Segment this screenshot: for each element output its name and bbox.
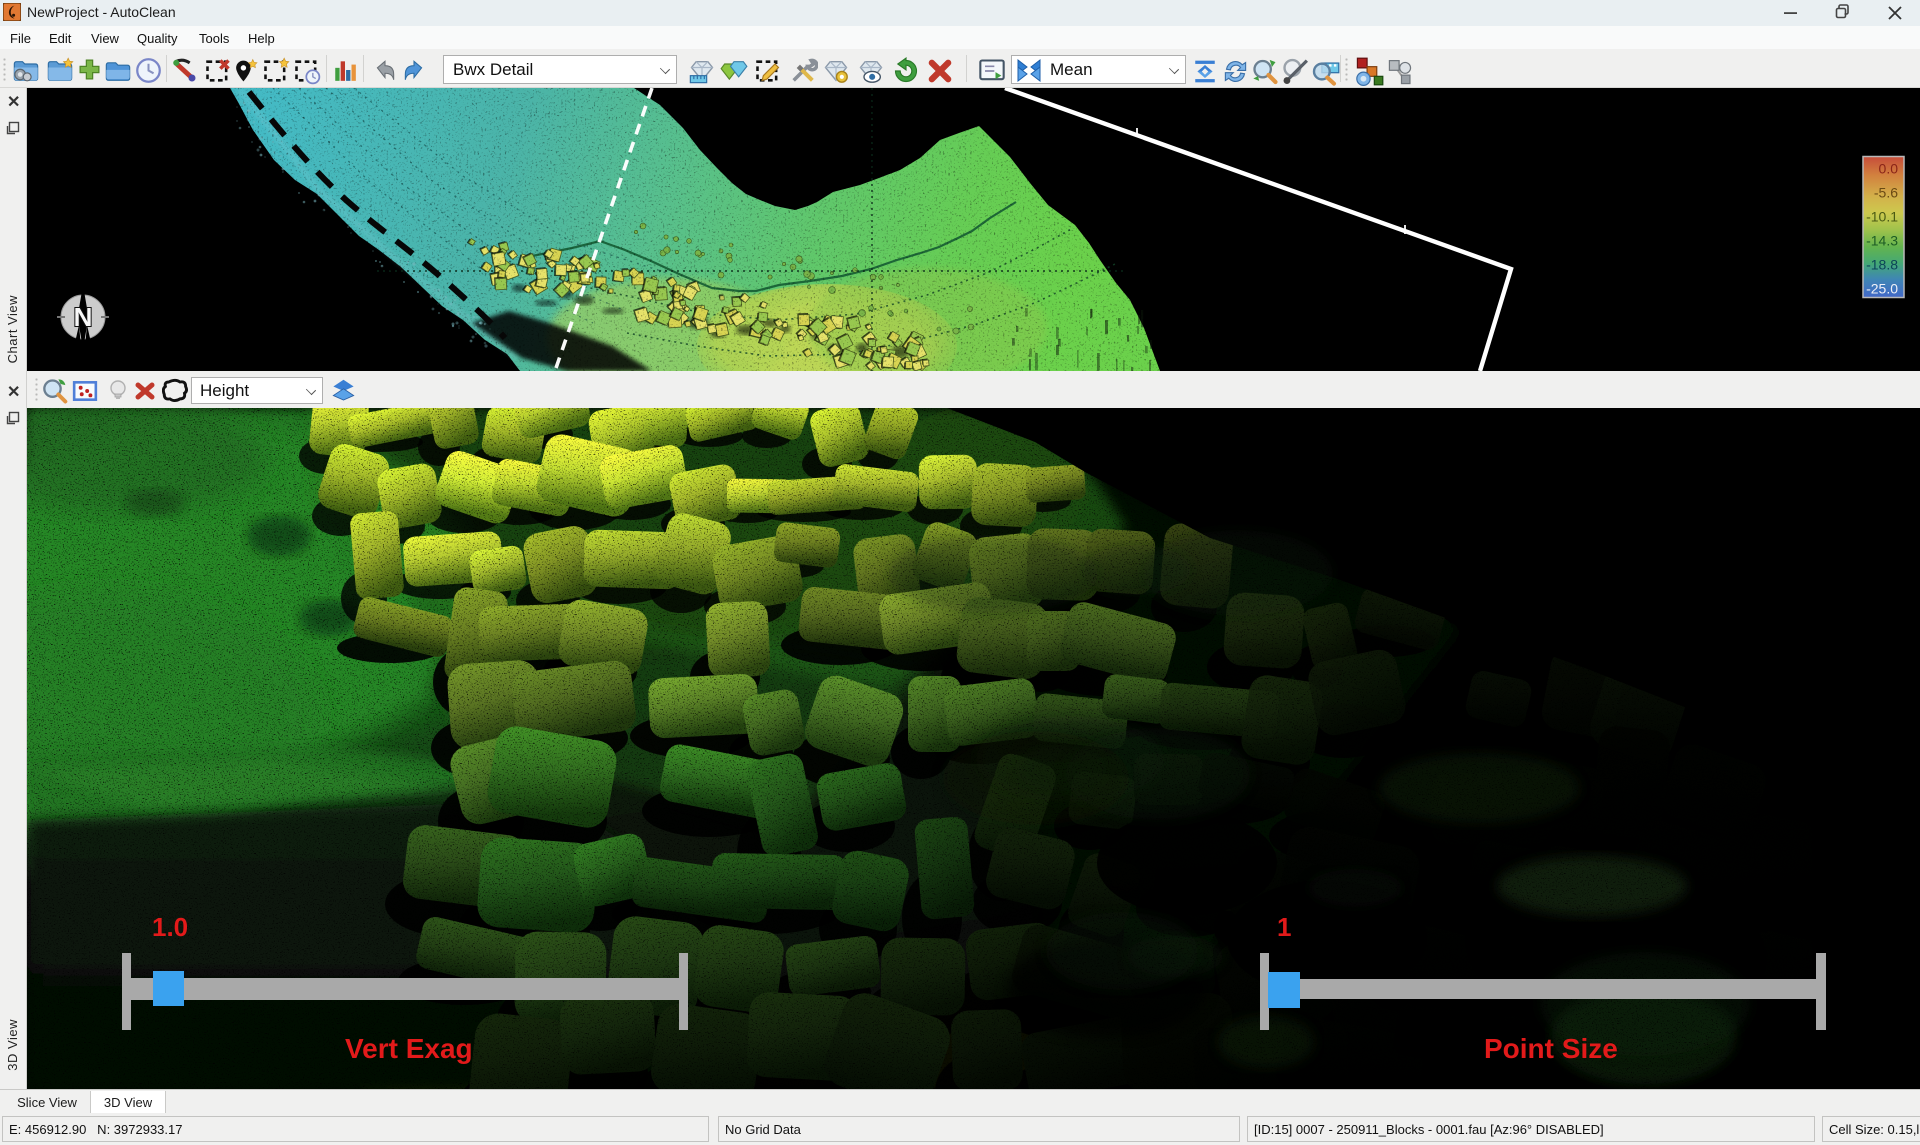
svg-text:-10.1: -10.1 — [1866, 209, 1898, 225]
svg-text:-5.6: -5.6 — [1874, 185, 1898, 201]
svg-text:-25.0: -25.0 — [1866, 281, 1898, 297]
svg-text:-14.3: -14.3 — [1866, 233, 1898, 249]
svg-text:-18.8: -18.8 — [1866, 257, 1898, 273]
svg-text:N: N — [74, 302, 93, 332]
svg-text:0.0: 0.0 — [1879, 161, 1899, 177]
